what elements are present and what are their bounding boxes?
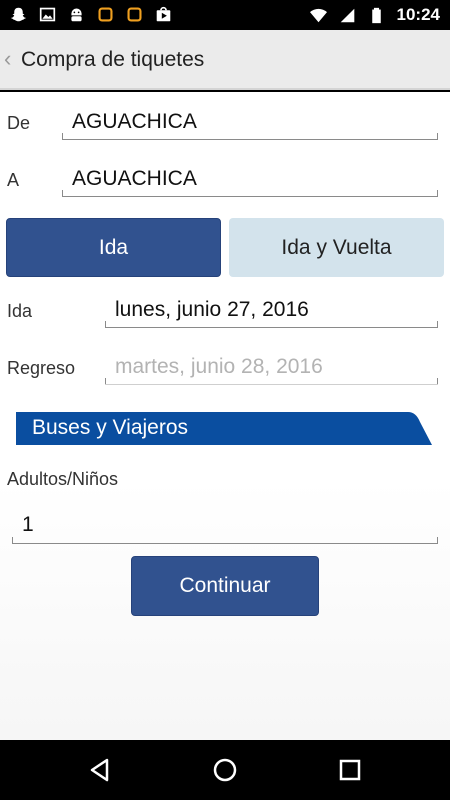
section-title: Buses y Viajeros xyxy=(32,416,189,439)
return-date-label: Regreso xyxy=(7,358,76,378)
continue-button[interactable]: Continuar xyxy=(131,556,319,616)
one-way-button[interactable]: Ida xyxy=(6,218,221,277)
return-date-placeholder: martes, junio 28, 2016 xyxy=(115,355,323,378)
clock: 10:24 xyxy=(396,5,440,24)
to-field[interactable]: AGUACHICA xyxy=(62,159,438,197)
back-nav-icon[interactable] xyxy=(87,757,113,783)
app-bar: ‹ Compra de tiquetes xyxy=(0,30,450,90)
to-value: AGUACHICA xyxy=(72,167,197,190)
page-title: Compra de tiquetes xyxy=(21,48,205,71)
passengers-field[interactable]: 1 xyxy=(12,504,438,544)
passengers-value: 1 xyxy=(22,513,34,536)
navigation-bar xyxy=(0,740,450,800)
return-date-field[interactable]: martes, junio 28, 2016 xyxy=(105,347,438,385)
system-icons: 10:24 xyxy=(309,5,440,25)
depart-date-label: Ida xyxy=(7,301,33,321)
recents-nav-icon[interactable] xyxy=(337,757,363,783)
passengers-label: Adultos/Niños xyxy=(7,469,119,489)
home-nav-icon[interactable] xyxy=(212,757,238,783)
wifi-icon xyxy=(309,8,327,22)
battery-icon xyxy=(371,7,381,23)
square-notification-icon xyxy=(98,7,113,22)
section-banner: Buses y Viajeros xyxy=(16,412,432,445)
notification-icons xyxy=(10,6,172,23)
status-bar: 10:24 xyxy=(0,0,450,30)
purchase-form: De AGUACHICA A AGUACHICA Ida Ida y Vuelt… xyxy=(0,92,450,740)
to-label: A xyxy=(7,170,20,190)
play-store-icon xyxy=(156,6,171,22)
from-value: AGUACHICA xyxy=(72,110,197,133)
android-icon xyxy=(71,8,82,22)
back-chevron-icon[interactable]: ‹ xyxy=(4,46,11,72)
depart-date-value: lunes, junio 27, 2016 xyxy=(115,298,309,321)
snapchat-icon xyxy=(10,7,27,22)
square-notification-icon xyxy=(127,7,142,22)
depart-date-field[interactable]: lunes, junio 27, 2016 xyxy=(105,290,438,328)
round-trip-button[interactable]: Ida y Vuelta xyxy=(229,218,444,277)
signal-icon xyxy=(340,8,354,22)
image-icon xyxy=(39,7,56,22)
from-label: De xyxy=(7,113,31,133)
from-field[interactable]: AGUACHICA xyxy=(62,102,438,140)
